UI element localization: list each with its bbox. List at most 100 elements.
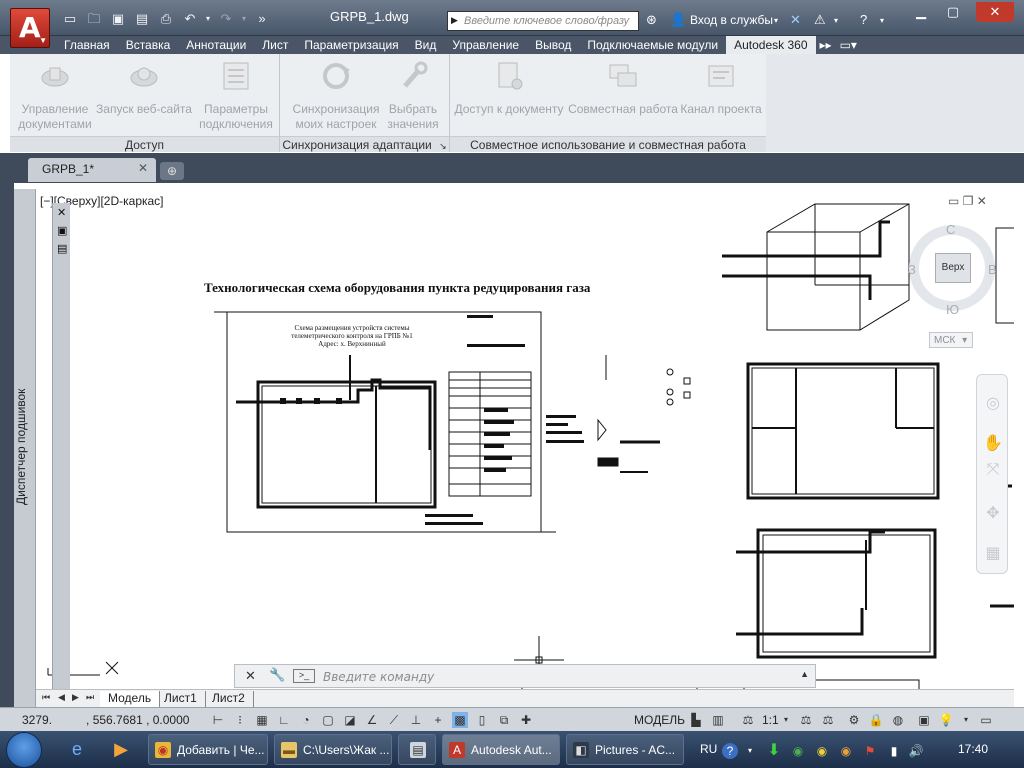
quick-view-drawings-icon[interactable]: ▥ (710, 712, 726, 728)
showmotion-icon[interactable]: ▦ (983, 543, 1003, 563)
launch-website-button[interactable]: Запуск веб-сайта (96, 60, 192, 117)
polar-tracking-icon[interactable]: ◔ (298, 712, 314, 728)
language-indicator[interactable]: RU (700, 742, 717, 756)
object-snap-icon[interactable]: ▢ (320, 712, 336, 728)
more-tabs-icon[interactable]: ▸▸ (816, 36, 836, 54)
dynamic-ucs-icon[interactable]: ⟋ (386, 712, 402, 728)
action-center-icon[interactable]: ⚑ (862, 743, 878, 759)
quick-view-layouts-icon[interactable]: ▙ (688, 712, 704, 728)
3d-object-snap-icon[interactable]: ◪ (342, 712, 358, 728)
last-layout-icon[interactable]: ⏭ (86, 692, 94, 703)
help-tray-icon[interactable]: ? (722, 743, 738, 759)
annotation-scale[interactable]: 1:1 (762, 713, 779, 727)
choose-settings-button[interactable]: Выбрать значения (382, 60, 444, 132)
taskbar-item-autocad[interactable]: A Autodesk Aut... (442, 734, 560, 765)
steering-wheel-icon[interactable]: ◎ (983, 393, 1003, 413)
exchange-apps-icon[interactable]: ✕ (790, 12, 801, 28)
dynamic-input-icon[interactable]: ⊥ (408, 712, 424, 728)
help-icon[interactable]: ? (860, 12, 867, 27)
connection-settings-button[interactable]: Параметры подключения (196, 60, 276, 132)
quick-properties-icon[interactable]: ▯ (474, 712, 490, 728)
new-tab-button[interactable]: ⊕ (160, 162, 184, 180)
help-dropdown-icon[interactable]: ▾ (880, 16, 884, 25)
taskbar-item-explorer[interactable]: ▬ C:\Users\Жак ... (274, 734, 392, 765)
model-space-toggle[interactable]: МОДЕЛЬ (634, 713, 685, 727)
redo-icon[interactable]: ↷ (216, 10, 236, 28)
prev-layout-icon[interactable]: ◀ (58, 692, 65, 703)
viewcube-top-face[interactable]: Верх (935, 253, 971, 283)
zoom-extents-icon[interactable]: ⤧ (983, 461, 1003, 481)
user-icon[interactable]: 👤 (670, 12, 686, 28)
viewcube-west[interactable]: З (908, 262, 916, 277)
login-link[interactable]: Вход в службы (690, 13, 773, 27)
download-tray-icon[interactable]: ⬇ (766, 743, 782, 759)
viewcube-north[interactable]: С (946, 222, 955, 237)
taskbar-item-acdsee[interactable]: ◧ Pictures - AC... (566, 734, 684, 765)
command-line-settings-icon[interactable]: 🔧 (269, 667, 285, 683)
maximize-icon[interactable]: ▢ (938, 2, 968, 22)
updater-tray-icon[interactable]: ◉ (814, 743, 830, 759)
tray-expand-icon[interactable]: ▾ (742, 743, 758, 759)
redo-dropdown-icon[interactable]: ▾ (240, 10, 248, 28)
viewport-restore-icon[interactable]: ❐ (963, 194, 974, 208)
undo-icon[interactable]: ↶ (180, 10, 200, 28)
search-input[interactable]: ▶ Введите ключевое слово/фразу (447, 11, 639, 31)
media-player-icon[interactable]: ▶ (106, 735, 136, 763)
tab-layout[interactable]: Лист (254, 36, 296, 54)
network-icon[interactable]: ▮ (886, 743, 902, 759)
security-tray-icon[interactable]: ◉ (838, 743, 854, 759)
binoculars-icon[interactable]: ⊛ (646, 12, 657, 28)
snap-mode-icon[interactable]: ⁝ (232, 712, 248, 728)
tab-view[interactable]: Вид (407, 36, 445, 54)
minimize-icon[interactable]: ▁ (906, 2, 936, 22)
pan-hand-icon[interactable]: ✋ (983, 433, 1003, 453)
viewport-minimize-icon[interactable]: ▭ (948, 194, 959, 208)
object-snap-tracking-icon[interactable]: ∠ (364, 712, 380, 728)
lineweight-icon[interactable]: + (430, 712, 446, 728)
hardware-acceleration-icon[interactable]: ◍ (890, 712, 906, 728)
volume-icon[interactable]: 🔊 (908, 743, 924, 759)
close-window-icon[interactable]: ✕ (976, 2, 1014, 22)
dialog-launcher-icon[interactable]: ↘ (439, 141, 447, 151)
more-commands-icon[interactable]: » (252, 10, 272, 28)
tab-autodesk-360[interactable]: Autodesk 360 (726, 36, 816, 54)
application-menu-button[interactable]: A ▼ (10, 8, 50, 48)
document-tab[interactable]: GRPB_1* ✕ (28, 158, 156, 182)
next-layout-icon[interactable]: ▶ (72, 692, 79, 703)
ortho-mode-icon[interactable]: ∟ (276, 712, 292, 728)
auto-scale-icon[interactable]: ⚖ (820, 712, 836, 728)
sync-tray-icon[interactable]: ◉ (790, 743, 806, 759)
tab-manage[interactable]: Управление (444, 36, 527, 54)
palette-autohide-icon[interactable]: ▣ (57, 225, 69, 237)
tab-insert[interactable]: Вставка (118, 36, 179, 54)
new-icon[interactable]: ▭ (60, 10, 80, 28)
viewport-close-icon[interactable]: ✕ (977, 194, 987, 208)
open-icon[interactable]: 🗀 (84, 10, 104, 28)
palette-close-icon[interactable]: ✕ (57, 207, 69, 219)
start-button[interactable] (6, 732, 42, 768)
sync-settings-button[interactable]: Синхронизация моих настроек (290, 60, 382, 132)
command-history-icon[interactable]: ▲ (800, 669, 809, 679)
selection-cycling-icon[interactable]: ⧉ (496, 712, 512, 728)
first-layout-icon[interactable]: ⏮ (42, 692, 50, 703)
annotation-monitor-icon[interactable]: ✚ (518, 712, 534, 728)
grid-display-icon[interactable]: ▦ (254, 712, 270, 728)
orbit-icon[interactable]: ✥ (983, 503, 1003, 523)
tab-sheet2[interactable]: Лист2 (204, 691, 254, 707)
command-line-close-icon[interactable]: ✕ (245, 668, 256, 684)
viewcube-east[interactable]: В (988, 262, 997, 277)
viewcube-south[interactable]: Ю (946, 302, 959, 317)
tab-home[interactable]: Главная (56, 36, 118, 54)
palette-properties-icon[interactable]: ▤ (57, 243, 69, 255)
transparency-icon[interactable]: ▩ (452, 712, 468, 728)
ribbon-minimize-icon[interactable]: ▭▾ (836, 36, 861, 54)
drawing-canvas[interactable] (36, 189, 1014, 689)
annotation-scale-icon[interactable]: ⚖ (740, 712, 756, 728)
infer-constraints-icon[interactable]: ⊢ (210, 712, 226, 728)
search-expand-icon[interactable]: ▶ (451, 15, 458, 26)
taskbar-item-chrome[interactable]: ◉ Добавить | Че... (148, 734, 268, 765)
tab-parametric[interactable]: Параметризация (296, 36, 406, 54)
share-document-button[interactable]: Доступ к документу (452, 60, 566, 117)
clock[interactable]: 17:40 (958, 742, 988, 756)
status-menu-icon[interactable]: ▾ (958, 712, 974, 728)
